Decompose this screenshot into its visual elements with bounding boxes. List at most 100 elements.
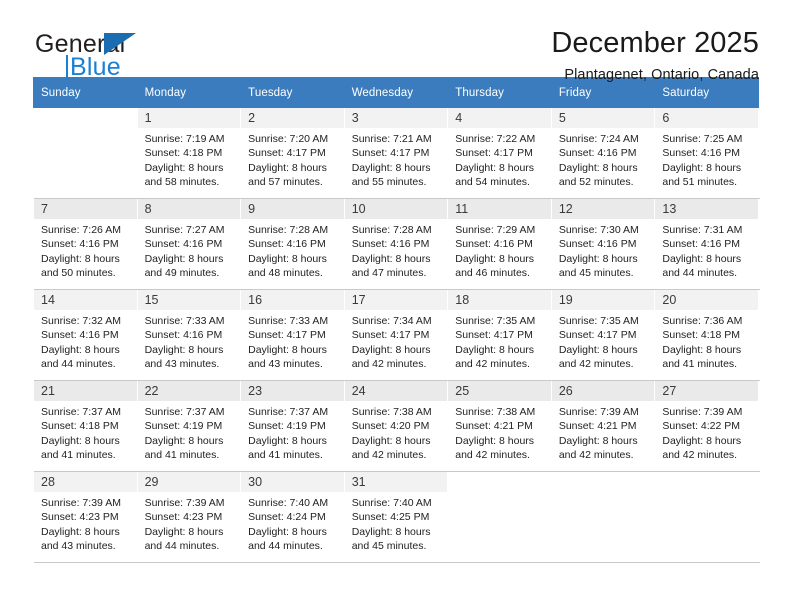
sunrise-time: Sunrise: 7:37 AM	[41, 406, 121, 418]
calendar-day-cell[interactable]: 3 Sunrise: 7:21 AM Sunset: 4:17 PM Daylight…	[343, 107, 449, 198]
sunset-time: Sunset: 4:16 PM	[41, 238, 119, 251]
sunset-time: Sunset: 4:21 PM	[558, 420, 637, 433]
calendar-week-row: 14 Sunrise: 7:32 AM Sunset: 4:16 PM Dayligh…	[33, 290, 759, 380]
calendar-day-cell[interactable]: 28 Sunrise: 7:39 AM Sunset: 4:23 PM Dayligh…	[33, 472, 138, 562]
sunrise-time: Sunrise: 7:38 AM	[351, 406, 432, 418]
day-details: Sunrise: 7:31 AM Sunset: 4:16 PM Daylight:…	[655, 219, 758, 281]
day-details: Sunrise: 7:30 AM Sunset: 4:16 PM Daylight:…	[552, 219, 655, 281]
calendar-day-cell[interactable]: 14 Sunrise: 7:32 AM Sunset: 4:16 PM Dayligh…	[33, 290, 138, 380]
calendar-day-cell[interactable]: 11 Sunrise: 7:29 AM Sunset: 4:16 PM Dayligh…	[447, 199, 552, 289]
calendar-day-cell[interactable]: 12 Sunrise: 7:30 AM Sunset: 4:16 PM Dayligh…	[550, 199, 656, 289]
day-number	[655, 472, 758, 492]
calendar-day-cell[interactable]: 17 Sunrise: 7:34 AM Sunset: 4:17 PM Dayligh…	[343, 290, 449, 380]
day-number: 22	[137, 381, 241, 401]
daylight-duration-line2: and 48 minutes.	[248, 267, 323, 280]
sunset-time: Sunset: 4:17 PM	[455, 329, 533, 342]
day-details: Sunrise: 7:27 AM Sunset: 4:16 PM Daylight:…	[138, 219, 241, 281]
daylight-duration-line2: and 58 minutes.	[144, 176, 220, 189]
calendar-day-cell[interactable]: 10 Sunrise: 7:28 AM Sunset: 4:16 PM Dayligh…	[343, 199, 449, 289]
general-blue-logo[interactable]: General Blue	[33, 28, 203, 84]
sunrise-time: Sunrise: 7:40 AM	[248, 497, 329, 509]
calendar-day-cell[interactable]: 15 Sunrise: 7:33 AM Sunset: 4:16 PM Dayligh…	[136, 290, 242, 380]
page-title: December 2025	[551, 27, 759, 59]
day-number: 16	[241, 290, 344, 310]
calendar-day-cell[interactable]: 20 Sunrise: 7:36 AM Sunset: 4:18 PM Dayligh…	[654, 290, 759, 380]
day-number	[34, 108, 137, 128]
calendar-day-cell[interactable]: 25 Sunrise: 7:38 AM Sunset: 4:21 PM Dayligh…	[447, 381, 552, 471]
calendar-day-cell[interactable]: 13 Sunrise: 7:31 AM Sunset: 4:16 PM Dayligh…	[654, 199, 759, 289]
calendar-day-cell[interactable]: 26 Sunrise: 7:39 AM Sunset: 4:21 PM Dayligh…	[550, 381, 656, 471]
sunset-time: Sunset: 4:16 PM	[351, 238, 430, 251]
day-details: Sunrise: 7:29 AM Sunset: 4:16 PM Daylight:…	[448, 219, 551, 281]
calendar-day-cell[interactable]: 9 Sunrise: 7:28 AM Sunset: 4:16 PM Daylight…	[240, 199, 345, 289]
day-details: Sunrise: 7:37 AM Sunset: 4:18 PM Daylight:…	[34, 401, 137, 463]
day-number: 24	[344, 381, 448, 401]
day-number: 19	[551, 290, 655, 310]
daylight-duration-line2: and 46 minutes.	[455, 267, 530, 280]
daylight-duration-line2: and 44 minutes.	[662, 267, 738, 280]
sunrise-time: Sunrise: 7:37 AM	[144, 406, 225, 418]
day-details: Sunrise: 7:38 AM Sunset: 4:21 PM Daylight:…	[448, 401, 551, 463]
sunset-time: Sunset: 4:23 PM	[144, 511, 223, 524]
day-number: 17	[344, 290, 448, 310]
calendar-cell-empty	[447, 472, 552, 562]
calendar-week-row: 21 Sunrise: 7:37 AM Sunset: 4:18 PM Dayligh…	[33, 381, 759, 471]
calendar-day-cell[interactable]: 30 Sunrise: 7:40 AM Sunset: 4:24 PM Dayligh…	[240, 472, 345, 562]
sunrise-time: Sunrise: 7:22 AM	[455, 133, 536, 145]
title-block: December 2025 Plantagenet, Ontario, Cana…	[551, 27, 759, 84]
daylight-duration-line2: and 45 minutes.	[558, 267, 634, 280]
calendar-day-cell[interactable]: 27 Sunrise: 7:39 AM Sunset: 4:22 PM Dayligh…	[654, 381, 759, 471]
daylight-duration-line2: and 41 minutes.	[248, 449, 323, 462]
calendar-day-cell[interactable]: 6 Sunrise: 7:25 AM Sunset: 4:16 PM Daylight…	[654, 107, 759, 198]
calendar-day-cell[interactable]: 8 Sunrise: 7:27 AM Sunset: 4:16 PM Daylight…	[136, 199, 242, 289]
sunset-time: Sunset: 4:17 PM	[248, 329, 326, 342]
daylight-duration-line1: Daylight: 8 hours	[455, 161, 535, 174]
calendar-day-cell[interactable]: 19 Sunrise: 7:35 AM Sunset: 4:17 PM Dayligh…	[550, 290, 656, 380]
sunset-time: Sunset: 4:22 PM	[662, 420, 741, 433]
day-details: Sunrise: 7:21 AM Sunset: 4:17 PM Daylight:…	[345, 128, 448, 190]
day-details: Sunrise: 7:39 AM Sunset: 4:23 PM Daylight:…	[34, 492, 137, 554]
sunrise-time: Sunrise: 7:24 AM	[558, 133, 639, 145]
calendar-day-cell[interactable]: 2 Sunrise: 7:20 AM Sunset: 4:17 PM Daylight…	[240, 107, 345, 198]
sunrise-time: Sunrise: 7:35 AM	[558, 315, 639, 327]
daylight-duration-line2: and 43 minutes.	[41, 540, 116, 553]
day-number: 15	[137, 290, 241, 310]
sunrise-time: Sunrise: 7:28 AM	[351, 224, 432, 236]
sunrise-time: Sunrise: 7:29 AM	[455, 224, 536, 236]
calendar-day-cell[interactable]: 4 Sunrise: 7:22 AM Sunset: 4:17 PM Daylight…	[447, 107, 552, 198]
calendar-day-cell[interactable]: 21 Sunrise: 7:37 AM Sunset: 4:18 PM Dayligh…	[33, 381, 138, 471]
calendar-day-cell[interactable]: 16 Sunrise: 7:33 AM Sunset: 4:17 PM Dayligh…	[240, 290, 345, 380]
daylight-duration-line1: Daylight: 8 hours	[455, 343, 535, 356]
calendar-day-cell[interactable]: 18 Sunrise: 7:35 AM Sunset: 4:17 PM Dayligh…	[447, 290, 552, 380]
calendar-day-cell[interactable]: 22 Sunrise: 7:37 AM Sunset: 4:19 PM Dayligh…	[136, 381, 242, 471]
sunrise-time: Sunrise: 7:31 AM	[662, 224, 743, 236]
sunrise-time: Sunrise: 7:25 AM	[662, 133, 743, 145]
calendar-day-cell[interactable]: 31 Sunrise: 7:40 AM Sunset: 4:25 PM Dayligh…	[343, 472, 449, 562]
sunset-time: Sunset: 4:16 PM	[248, 238, 326, 251]
day-number: 23	[241, 381, 344, 401]
calendar-day-cell[interactable]: 24 Sunrise: 7:38 AM Sunset: 4:20 PM Dayligh…	[343, 381, 449, 471]
day-details: Sunrise: 7:35 AM Sunset: 4:17 PM Daylight:…	[552, 310, 655, 372]
calendar-day-cell[interactable]: 29 Sunrise: 7:39 AM Sunset: 4:23 PM Dayligh…	[136, 472, 242, 562]
sunset-time: Sunset: 4:18 PM	[41, 420, 119, 433]
day-number: 2	[241, 108, 344, 128]
calendar-day-cell[interactable]: 1 Sunrise: 7:19 AM Sunset: 4:18 PM Daylight…	[136, 107, 242, 198]
sunrise-time: Sunrise: 7:33 AM	[144, 315, 225, 327]
day-details: Sunrise: 7:39 AM Sunset: 4:22 PM Daylight:…	[655, 401, 758, 463]
sunset-time: Sunset: 4:25 PM	[351, 511, 430, 524]
day-details: Sunrise: 7:28 AM Sunset: 4:16 PM Daylight:…	[345, 219, 448, 281]
sunrise-time: Sunrise: 7:32 AM	[41, 315, 121, 327]
calendar-day-cell[interactable]: 23 Sunrise: 7:37 AM Sunset: 4:19 PM Dayligh…	[240, 381, 345, 471]
sunset-time: Sunset: 4:18 PM	[144, 147, 223, 160]
daylight-duration-line2: and 41 minutes.	[144, 449, 220, 462]
weekday-header-tuesday: Tuesday	[240, 77, 345, 108]
page-header: General Blue December 2025 Plantagenet, …	[33, 0, 759, 84]
calendar-day-cell[interactable]: 5 Sunrise: 7:24 AM Sunset: 4:16 PM Daylight…	[550, 107, 656, 198]
daylight-duration-line2: and 41 minutes.	[662, 358, 738, 371]
sunrise-time: Sunrise: 7:21 AM	[351, 133, 432, 145]
sunset-time: Sunset: 4:17 PM	[351, 147, 430, 160]
day-number: 6	[655, 108, 758, 128]
sunset-time: Sunset: 4:19 PM	[144, 420, 223, 433]
sunrise-time: Sunrise: 7:34 AM	[351, 315, 432, 327]
calendar-day-cell[interactable]: 7 Sunrise: 7:26 AM Sunset: 4:16 PM Daylight…	[33, 199, 138, 289]
